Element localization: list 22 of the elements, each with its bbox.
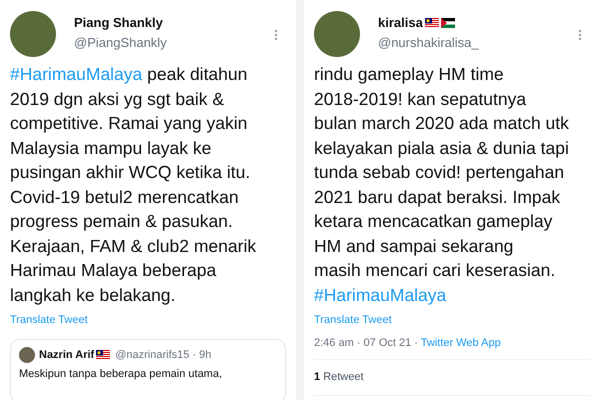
source-link[interactable]: Twitter Web App: [420, 336, 501, 348]
display-name: kiralisa: [378, 15, 423, 31]
display-name: Piang Shankly: [74, 15, 163, 31]
translate-link[interactable]: Translate Tweet: [314, 312, 590, 328]
user-handle: @nurshakiralisa_: [378, 35, 480, 51]
avatar-photo: [19, 346, 35, 363]
tweet-text: rindu gameplay HM time 2018-2019! kan sepatutnya bulan march 2020 ada match utk kelayakan piala asia & dunia tapi tunda sebab covid! pertengahan 2021 baru dapat beraksi. Impak ketara mencacatkan gameplay HM and sampai sekarang masih mencari cari keserasian. #HarimauMalaya: [314, 63, 570, 307]
avatar-photo: [10, 11, 56, 57]
tweet-meta: 2:46 am · 07 Oct 21 · Twitter Web App: [314, 334, 590, 360]
hashtag-link[interactable]: #HarimauMalaya: [10, 64, 142, 84]
more-icon[interactable]: [274, 29, 278, 41]
more-icon[interactable]: [578, 29, 582, 41]
translate-link[interactable]: Translate Tweet: [10, 312, 286, 328]
user-handle: @PiangShankly: [74, 35, 168, 51]
avatar-photo: [314, 11, 360, 57]
retweet-count[interactable]: 1 Retweet: [314, 369, 364, 386]
display-name: Nazrin Arif: [39, 348, 94, 362]
hashtag-link[interactable]: #HarimauMalaya: [314, 284, 446, 304]
post-time: · 9h: [192, 348, 212, 362]
tweet-text: #HarimauMalaya peak ditahun 2019 dgn aksi yg sgt baik & competitive. Ramai yang yakin Malaysia mampu layak ke pusingan akhir WCQ ketika itu. Covid-19 betul2 merencatkan progress pemain & pasukan. Kerajaan, FAM & club2 menarik Harimau Malaya beberapa langkah ke belakang.: [10, 63, 258, 307]
user-handle: @nazrinarifs15: [115, 348, 190, 362]
quoted-text: Meskipun tanpa beberapa pemain utama,: [19, 367, 224, 382]
